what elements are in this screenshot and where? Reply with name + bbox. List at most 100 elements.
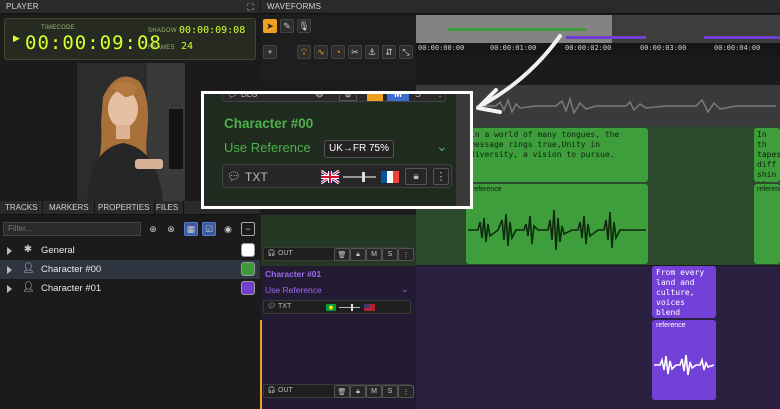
- person-icon: 👤︎: [22, 282, 35, 293]
- wave-tool-icon[interactable]: ∿: [314, 45, 328, 59]
- clip-text: In th tapes diff shin bloo: [757, 130, 780, 182]
- ruler-tick: 00:00:03:00: [640, 44, 687, 52]
- track-color-swatch[interactable]: [241, 243, 255, 257]
- lock-icon[interactable]: 🔒︎: [350, 385, 366, 398]
- play-icon[interactable]: ▶: [13, 33, 20, 44]
- grid-view-icon[interactable]: ▦: [184, 222, 198, 236]
- align-icon[interactable]: ⇵: [382, 45, 396, 59]
- waveforms-panel-header: WAVEFORMS: [261, 0, 780, 14]
- track-color-swatch[interactable]: [241, 262, 255, 276]
- language-tooltip: UK→FR 75%: [324, 140, 394, 158]
- tree-item-character-01[interactable]: 👤︎ Character #01: [0, 279, 260, 298]
- video-preview[interactable]: [77, 63, 185, 203]
- expand-icon[interactable]: [7, 285, 12, 293]
- delete-icon[interactable]: 🗑︎: [334, 385, 350, 398]
- scale-icon[interactable]: ⤡: [399, 45, 413, 59]
- pointer-tool-icon[interactable]: ➤: [263, 19, 277, 33]
- text-clip-01[interactable]: From every land and culture, voices blen…: [652, 266, 716, 318]
- txt-label: TXT: [278, 303, 292, 310]
- ruler-tick: 00:00:00:00: [418, 44, 465, 52]
- use-reference-label: Use Reference: [265, 285, 322, 295]
- player-panel-header: PLAYER ⛶: [0, 0, 260, 14]
- tab-files[interactable]: FILES: [151, 201, 185, 215]
- orange-toggle[interactable]: [367, 94, 383, 101]
- more-icon[interactable]: ⋮: [398, 385, 414, 398]
- bulb-icon[interactable]: 💡︎: [297, 45, 311, 59]
- tree-item-character-00[interactable]: 👤︎ Character #00: [0, 260, 260, 279]
- mute-button[interactable]: M: [387, 94, 409, 101]
- character-name: Character #00: [224, 116, 314, 131]
- character-01-lane[interactable]: [416, 266, 780, 409]
- asterisk-icon: ✱: [23, 244, 33, 255]
- tab-tracks[interactable]: TRACKS: [0, 201, 44, 215]
- record-icon[interactable]: ◉: [221, 222, 235, 236]
- audio-clip-00-next[interactable]: reference: [754, 184, 780, 264]
- frames-value: 24: [181, 41, 194, 52]
- cut-icon[interactable]: ✂: [348, 45, 362, 59]
- solo-button[interactable]: S: [415, 94, 421, 99]
- audio-clip-00[interactable]: reference: [466, 184, 648, 264]
- headphones-icon[interactable]: 🎧︎: [267, 386, 276, 394]
- waveforms-title: WAVEFORMS: [267, 2, 322, 11]
- lock-icon[interactable]: 🔒︎: [405, 168, 427, 185]
- language-slider[interactable]: [321, 170, 401, 184]
- collapse-icon[interactable]: −: [241, 222, 255, 236]
- tree-item-label: General: [41, 245, 75, 256]
- delete-icon[interactable]: 🗑︎: [339, 94, 357, 101]
- tooltip-text: UK→FR 75%: [328, 143, 389, 154]
- add-track-icon[interactable]: ⊕: [146, 222, 160, 236]
- add-character-icon[interactable]: ⊗: [164, 222, 178, 236]
- timecode-value: 00:00:09:08: [25, 32, 162, 54]
- globe-icon[interactable]: ◍: [315, 94, 324, 99]
- clip-reference-label: reference: [656, 322, 686, 329]
- filter-input[interactable]: Filter...: [3, 222, 141, 236]
- microphone-icon[interactable]: 🎙︎: [297, 19, 311, 33]
- expand-icon[interactable]: [7, 266, 12, 274]
- scrollbar[interactable]: [456, 94, 470, 206]
- fullscreen-icon[interactable]: ⛶: [247, 0, 254, 14]
- tab-markers[interactable]: MARKERS: [44, 201, 95, 215]
- character-01-name: Character #01: [265, 269, 322, 279]
- text-clip-00[interactable]: In a world of many tongues, the message …: [466, 128, 648, 182]
- clip-reference-label: reference: [472, 186, 502, 193]
- clip-text: In a world of many tongues, the message …: [470, 130, 620, 159]
- dlg-label: DLG: [241, 91, 258, 99]
- track-color-swatch[interactable]: [241, 281, 255, 295]
- tree-item-general[interactable]: ✱ General: [0, 241, 260, 260]
- pencil-tool-icon[interactable]: ✎: [280, 19, 294, 33]
- text-clip-00-next[interactable]: In th tapes diff shin bloo: [754, 128, 780, 182]
- video-frame-image: [77, 63, 185, 203]
- clip-text: From every land and culture, voices blen…: [656, 268, 705, 317]
- audio-waveform: [468, 209, 646, 251]
- audio-clip-01[interactable]: reference: [652, 320, 716, 400]
- chevron-down-icon[interactable]: ⌄: [401, 284, 409, 295]
- solo-button[interactable]: S: [382, 385, 398, 398]
- tab-properties[interactable]: PROPERTIES: [93, 201, 156, 215]
- chevron-down-icon[interactable]: ⌄: [436, 138, 448, 155]
- speed-icon[interactable]: ◔: [331, 45, 345, 59]
- comment-icon: 💬︎: [227, 91, 239, 99]
- more-icon[interactable]: ⋮: [435, 94, 445, 99]
- out-label: OUT: [278, 250, 293, 257]
- add-icon[interactable]: +: [263, 45, 277, 59]
- character-01-txt-row: 💬︎ TXT: [263, 300, 411, 314]
- use-reference-label: Use Reference: [224, 140, 311, 155]
- language-slider[interactable]: [326, 303, 376, 312]
- checklist-icon[interactable]: ☑: [202, 222, 216, 236]
- more-icon[interactable]: ⋮: [433, 168, 449, 185]
- delete-icon[interactable]: 🗑︎: [334, 248, 350, 261]
- tree-item-label: Character #00: [41, 264, 102, 275]
- more-icon[interactable]: ⋮: [398, 248, 414, 261]
- headphones-icon[interactable]: 🎧︎: [267, 249, 276, 257]
- audio-waveform: [654, 354, 714, 376]
- mute-button[interactable]: M: [366, 385, 382, 398]
- lock-icon[interactable]: 🔒︎: [350, 248, 366, 261]
- mute-button[interactable]: M: [366, 248, 382, 261]
- playhead-marker[interactable]: [260, 320, 262, 409]
- solo-button[interactable]: S: [382, 248, 398, 261]
- zoom-callout: 💬︎ DLG ◍ 🗑︎ M S ⋮ Character #00 Use Refe…: [201, 91, 473, 209]
- player-title: PLAYER: [6, 2, 39, 11]
- expand-icon[interactable]: [7, 247, 12, 255]
- txt-label: TXT: [245, 170, 268, 184]
- anchor-icon[interactable]: ⚓︎: [365, 45, 379, 59]
